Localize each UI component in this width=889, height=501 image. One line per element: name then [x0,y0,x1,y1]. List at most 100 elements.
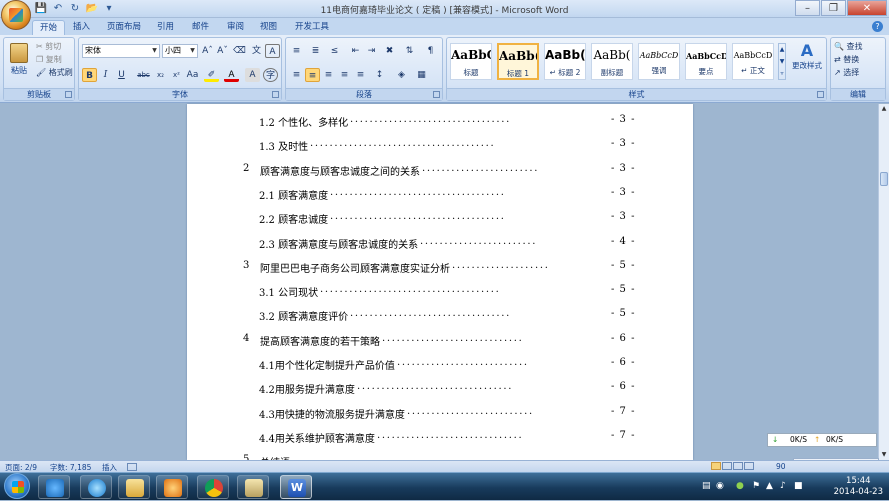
replace-button[interactable]: ⇄ 替换 [834,54,859,65]
toc-entry[interactable]: 2 顾客满意度与顾客忠诚度之间的关系.......................… [187,163,693,179]
character-shading-icon[interactable]: A [245,68,260,82]
numbering-icon[interactable]: ≣ [308,44,323,58]
taskbar-app-word[interactable]: W [280,475,312,499]
grow-font-icon[interactable]: Aˆ [200,44,215,58]
tab-insert[interactable]: 插入 [66,20,97,35]
strikethrough-icon[interactable]: abc [136,68,151,82]
toc-entry[interactable]: 4.3用快捷的物流服务提升满意度........................… [187,406,693,422]
enclose-character-icon[interactable]: 字 [263,68,278,82]
font-size-combo[interactable]: 小四 ▼ [162,44,198,58]
styles-scroll[interactable]: ▲ ▼ ▿ [778,43,786,80]
tab-references[interactable]: 引用 [150,20,181,35]
underline-icon[interactable]: U [114,68,129,82]
toc-entry[interactable]: 3.1 公司现状................................… [187,284,693,300]
start-button[interactable] [4,473,30,499]
taskbar-app-explorer[interactable] [118,475,150,499]
taskbar-app-media[interactable] [156,475,188,499]
tab-mailings[interactable]: 邮件 [185,20,216,35]
change-styles-button[interactable]: A 更改样式 [789,41,825,71]
tray-icon-1[interactable]: ▤ [702,481,711,491]
superscript-icon[interactable]: x² [169,68,184,82]
clock[interactable]: 15:44 2014-04-23 [834,476,883,498]
justify-icon[interactable]: ≡ [337,68,352,82]
scroll-up-icon[interactable]: ▲ [879,104,889,114]
close-button[interactable]: ✕ [847,0,887,16]
decrease-indent-icon[interactable]: ⇤ [348,44,363,58]
shrink-font-icon[interactable]: Aˇ [215,44,230,58]
shading-icon[interactable]: ◈ [394,68,409,82]
restore-button[interactable]: ❐ [821,0,846,16]
toc-entry[interactable]: 4.2用服务提升满意度.............................… [187,381,693,397]
subscript-icon[interactable]: x₂ [153,68,168,82]
toc-entry[interactable]: 3 阿里巴巴电子商务公司顾客满意度实证分析....................… [187,260,693,276]
toc-entry[interactable]: 2.1 顾客满意度...............................… [187,187,693,203]
style-emphasis[interactable]: AaBbCcD 强调 [638,43,680,80]
paragraph-launcher-icon[interactable] [433,91,440,98]
vertical-scrollbar[interactable]: ▲ ▼ [878,104,889,460]
web-layout-icon[interactable] [733,462,743,470]
toc-entry[interactable]: 2.3 顾客满意度与顾客忠诚度的关系......................… [187,236,693,252]
scroll-down-icon[interactable]: ▼ [879,450,889,460]
tray-icon-3[interactable]: ● [736,481,744,491]
phonetic-guide-icon[interactable]: 文 [249,44,264,58]
tab-page-layout[interactable]: 页面布局 [100,20,148,35]
multilevel-list-icon[interactable]: ≤ [327,44,342,58]
zoom-level[interactable]: 90 [776,462,786,471]
toc-entry[interactable]: 2.2 顾客忠诚度...............................… [187,211,693,227]
toc-entry[interactable]: 4.1用个性化定制提升产品价值.........................… [187,357,693,373]
align-right-icon[interactable]: ≡ [321,68,336,82]
format-painter-button[interactable]: 🖌 格式刷 [36,67,73,78]
view-buttons[interactable] [711,462,771,471]
network-icon[interactable]: ▲ [766,481,773,491]
toc-entry[interactable]: 3.2 顾客满意度评价.............................… [187,308,693,324]
font-name-combo[interactable]: 宋体 ▼ [82,44,160,58]
increase-indent-icon[interactable]: ⇥ [364,44,379,58]
toc-entry[interactable]: 1.3 及时性.................................… [187,138,693,154]
tab-home[interactable]: 开始 [32,20,66,35]
office-button[interactable] [1,0,31,30]
tab-review[interactable]: 审阅 [220,20,251,35]
clipboard-launcher-icon[interactable] [65,91,72,98]
tray-icon-4[interactable]: ■ [794,481,803,491]
paste-button[interactable]: 粘贴 [7,41,31,81]
bold-icon[interactable]: B [82,68,97,82]
change-case-icon[interactable]: Aa [185,68,200,82]
borders-icon[interactable]: ▦ [414,68,429,82]
italic-icon[interactable]: I [98,68,113,82]
show-marks-icon[interactable]: ¶ [423,44,438,58]
tab-view[interactable]: 视图 [253,20,284,35]
distributed-icon[interactable]: ≡ [353,68,368,82]
style-title[interactable]: AaBbC(标题 [450,43,492,80]
style-subtitle[interactable]: AaBb(副标题 [591,43,633,80]
toc-entry[interactable]: 4 提高顾客满意度的若干策略...........................… [187,333,693,349]
toc-entry[interactable]: 1.2 个性化、多样化.............................… [187,114,693,130]
chinese-layout-icon[interactable]: ✖ [382,44,397,58]
style-heading-2[interactable]: AaBb(↵ 标题 2 [544,43,586,80]
highlight-icon[interactable]: ✐ [204,68,219,82]
style-heading-1[interactable]: AaBb(标题 1 [497,43,539,80]
font-launcher-icon[interactable] [272,91,279,98]
taskbar-app-viewer[interactable] [237,475,269,499]
style-strong[interactable]: AaBbCcD 要点 [685,43,727,80]
outline-icon[interactable] [744,462,754,470]
styles-launcher-icon[interactable] [817,91,824,98]
find-button[interactable]: 🔍 查找 [834,41,863,52]
scroll-thumb[interactable] [880,172,888,186]
toc-entry[interactable]: 4.4用关系维护顾客满意度...........................… [187,430,693,446]
select-button[interactable]: ↗ 选择 [834,67,859,78]
align-left-icon[interactable]: ≡ [289,68,304,82]
print-layout-icon[interactable] [711,462,721,470]
align-center-icon[interactable]: ≡ [305,68,320,82]
macro-record-icon[interactable] [127,463,137,471]
help-icon[interactable]: ? [872,21,883,32]
font-color-icon[interactable]: A [224,68,239,82]
cut-button[interactable]: ✂ 剪切 [36,41,61,52]
tray-icon-2[interactable]: ◉ [716,481,724,491]
style-normal[interactable]: AaBbCcD ↵ 正文 [732,43,774,80]
character-border-icon[interactable]: A [265,44,280,58]
clear-format-icon[interactable]: ⌫ [232,44,247,58]
tab-developer[interactable]: 开发工具 [288,20,336,35]
full-screen-icon[interactable] [722,462,732,470]
flag-icon[interactable]: ⚑ [752,481,760,491]
line-spacing-icon[interactable]: ↕ [372,68,387,82]
